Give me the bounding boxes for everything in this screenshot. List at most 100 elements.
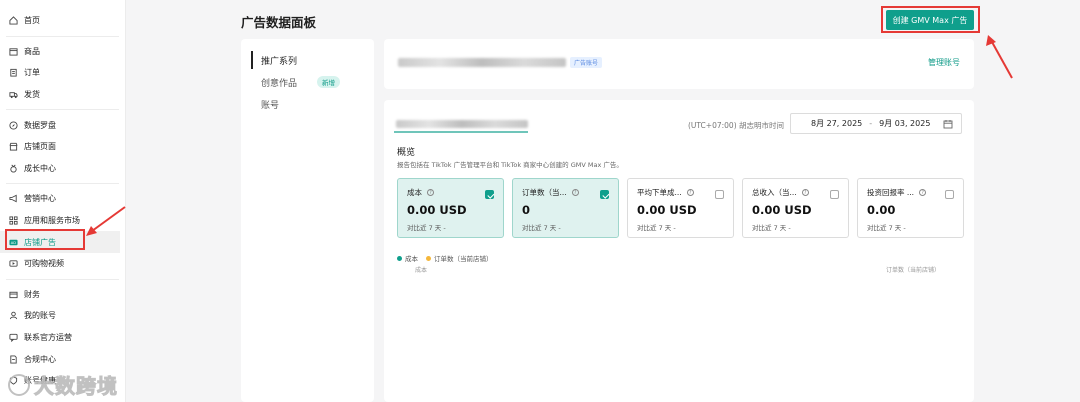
- metric-label: 总收入（当...?: [752, 187, 839, 198]
- help-icon[interactable]: ?: [571, 189, 579, 196]
- help-icon[interactable]: ?: [427, 189, 434, 196]
- date-end: 9月 03, 2025: [879, 119, 931, 128]
- sidebar-item-label: 营销中心: [24, 194, 56, 204]
- store-icon: [8, 141, 19, 152]
- metric-compare: 对比近 7 天 -: [522, 224, 561, 232]
- annotation-arrow-button: [991, 41, 1013, 79]
- sidebar-item-label: 联系官方运营: [24, 333, 72, 343]
- grid-icon: [8, 215, 19, 226]
- metric-label: 投资回报率 ...?: [867, 187, 954, 198]
- clipboard-icon: [8, 67, 19, 78]
- metric-card[interactable]: 平均下单成...? 0.00 USD 对比近 7 天 -: [627, 178, 734, 238]
- metric-compare: 对比近 7 天 -: [867, 224, 906, 232]
- overview-description: 报告包括在 TikTok 广告管理平台和 TikTok 商家中心创建的 GMV …: [397, 161, 623, 169]
- sidebar-item-chat[interactable]: 联系官方运营: [0, 327, 125, 349]
- help-icon[interactable]: ?: [686, 189, 694, 196]
- sidebar-item-label: 商品: [24, 46, 40, 56]
- sidebar-item-clipboard[interactable]: 订单: [0, 62, 125, 84]
- chart-axis-left-label: 成本: [415, 267, 428, 274]
- sidebar-item-box[interactable]: 商品: [0, 41, 125, 63]
- metric-card[interactable]: 总收入（当...? 0.00 USD 对比近 7 天 -: [742, 178, 849, 238]
- legend-dot: [397, 255, 402, 261]
- box-icon: [8, 46, 19, 57]
- sidebar-item-compass[interactable]: 数据罗盘: [0, 114, 125, 136]
- metric-value: 0: [522, 203, 531, 217]
- sidebar-item-label: 可购物视频: [24, 259, 64, 269]
- annotation-box-store-ads: [5, 229, 85, 250]
- metric-label: 订单数（当...?: [522, 187, 609, 198]
- blurred-shop-selector[interactable]: [396, 120, 528, 128]
- calendar-icon: [943, 120, 953, 129]
- sidebar-item-truck[interactable]: 发货: [0, 84, 125, 106]
- metric-checkbox[interactable]: [830, 190, 839, 199]
- tab-accounts[interactable]: 账号: [241, 93, 374, 115]
- sidebar-item-label: 店铺页面: [24, 142, 56, 152]
- metric-label: 成本?: [407, 187, 494, 198]
- metric-value: 0.00: [867, 203, 896, 217]
- sidebar-item-document[interactable]: 合规中心: [0, 348, 125, 370]
- metric-value: 0.00 USD: [407, 203, 467, 217]
- chart-legend: 成本 订单数（当前店铺）: [397, 253, 501, 263]
- sidebar-item-label: 订单: [24, 68, 40, 78]
- report-tabs-panel: 推广系列 创意作品 新增 账号: [241, 39, 374, 402]
- sidebar: 首页 商品 订单 发货 数据罗盘 店铺页面 成长中心 营销中心 应用和服务市场 AD 店铺广告 可购物…: [0, 0, 126, 402]
- metric-card[interactable]: 订单数（当...? 0 对比近 7 天 -: [512, 178, 619, 238]
- sidebar-item-store[interactable]: 店铺页面: [0, 136, 125, 158]
- account-type-tag: 广告账号: [570, 57, 603, 68]
- legend-item-orders[interactable]: 订单数（当前店铺）: [426, 253, 493, 263]
- date-separator: -: [869, 119, 873, 128]
- watermark: 大数跨境: [8, 370, 118, 399]
- annotation-arrowhead-button: [986, 35, 996, 46]
- blurred-account-name: [398, 58, 566, 67]
- legend-item-cost[interactable]: 成本: [397, 253, 418, 263]
- metric-value: 0.00 USD: [752, 203, 812, 217]
- metric-compare: 对比近 7 天 -: [407, 224, 446, 232]
- account-card: 广告账号 管理账号: [384, 39, 974, 89]
- sidebar-item-label: 发货: [24, 90, 40, 100]
- chart-axis-right-label: 订单数（当前店铺）: [885, 267, 940, 274]
- sidebar-item-megaphone[interactable]: 营销中心: [0, 188, 125, 210]
- chat-icon: [8, 332, 19, 343]
- metric-checkbox[interactable]: [715, 190, 724, 199]
- metric-label: 平均下单成...?: [637, 187, 724, 198]
- date-range-picker[interactable]: 8月 27, 2025 - 9月 03, 2025: [790, 113, 962, 134]
- sidebar-item-label: 成长中心: [24, 163, 56, 173]
- overview-title: 概览: [397, 148, 416, 158]
- wallet-icon: [8, 289, 19, 300]
- metric-compare: 对比近 7 天 -: [752, 224, 791, 232]
- sidebar-item-home[interactable]: 首页: [0, 10, 125, 32]
- metric-checkbox[interactable]: [485, 190, 494, 199]
- metric-card[interactable]: 成本? 0.00 USD 对比近 7 天 -: [397, 178, 504, 238]
- sidebar-divider: [6, 278, 119, 280]
- metric-checkbox[interactable]: [945, 190, 954, 199]
- metric-card[interactable]: 投资回报率 ...? 0.00 对比近 7 天 -: [857, 178, 964, 238]
- sidebar-item-wallet[interactable]: 财务: [0, 284, 125, 306]
- metric-value: 0.00 USD: [637, 203, 697, 217]
- sidebar-item-label: 首页: [24, 16, 40, 26]
- sidebar-item-user[interactable]: 我的账号: [0, 305, 125, 327]
- tab-creatives[interactable]: 创意作品 新增: [241, 71, 374, 93]
- truck-icon: [8, 89, 19, 100]
- help-icon[interactable]: ?: [801, 189, 809, 196]
- watermark-logo-icon: [8, 373, 30, 396]
- legend-dot: [426, 255, 431, 261]
- manage-account-link[interactable]: 管理账号: [928, 57, 960, 68]
- sidebar-item-label: 合规中心: [24, 354, 56, 364]
- timezone-label: (UTC+07:00) 胡志明市时间: [688, 121, 785, 130]
- date-start: 8月 27, 2025: [811, 119, 863, 128]
- metric-compare: 对比近 7 天 -: [637, 224, 676, 232]
- metric-checkbox[interactable]: [600, 190, 609, 199]
- home-icon: [8, 15, 19, 26]
- shop-selector-underline: [394, 131, 528, 133]
- tab-campaigns[interactable]: 推广系列: [241, 49, 374, 71]
- new-badge: 新增: [317, 76, 341, 88]
- help-icon[interactable]: ?: [919, 189, 927, 196]
- sidebar-item-video[interactable]: 可购物视频: [0, 253, 125, 275]
- sidebar-divider: [6, 35, 119, 37]
- sidebar-item-label: 数据罗盘: [24, 120, 56, 130]
- document-icon: [8, 354, 19, 365]
- sidebar-item-label: 财务: [24, 289, 40, 299]
- annotation-box-create-button: [881, 6, 980, 33]
- sidebar-item-label: 应用和服务市场: [24, 216, 80, 226]
- sidebar-item-medal[interactable]: 成长中心: [0, 158, 125, 180]
